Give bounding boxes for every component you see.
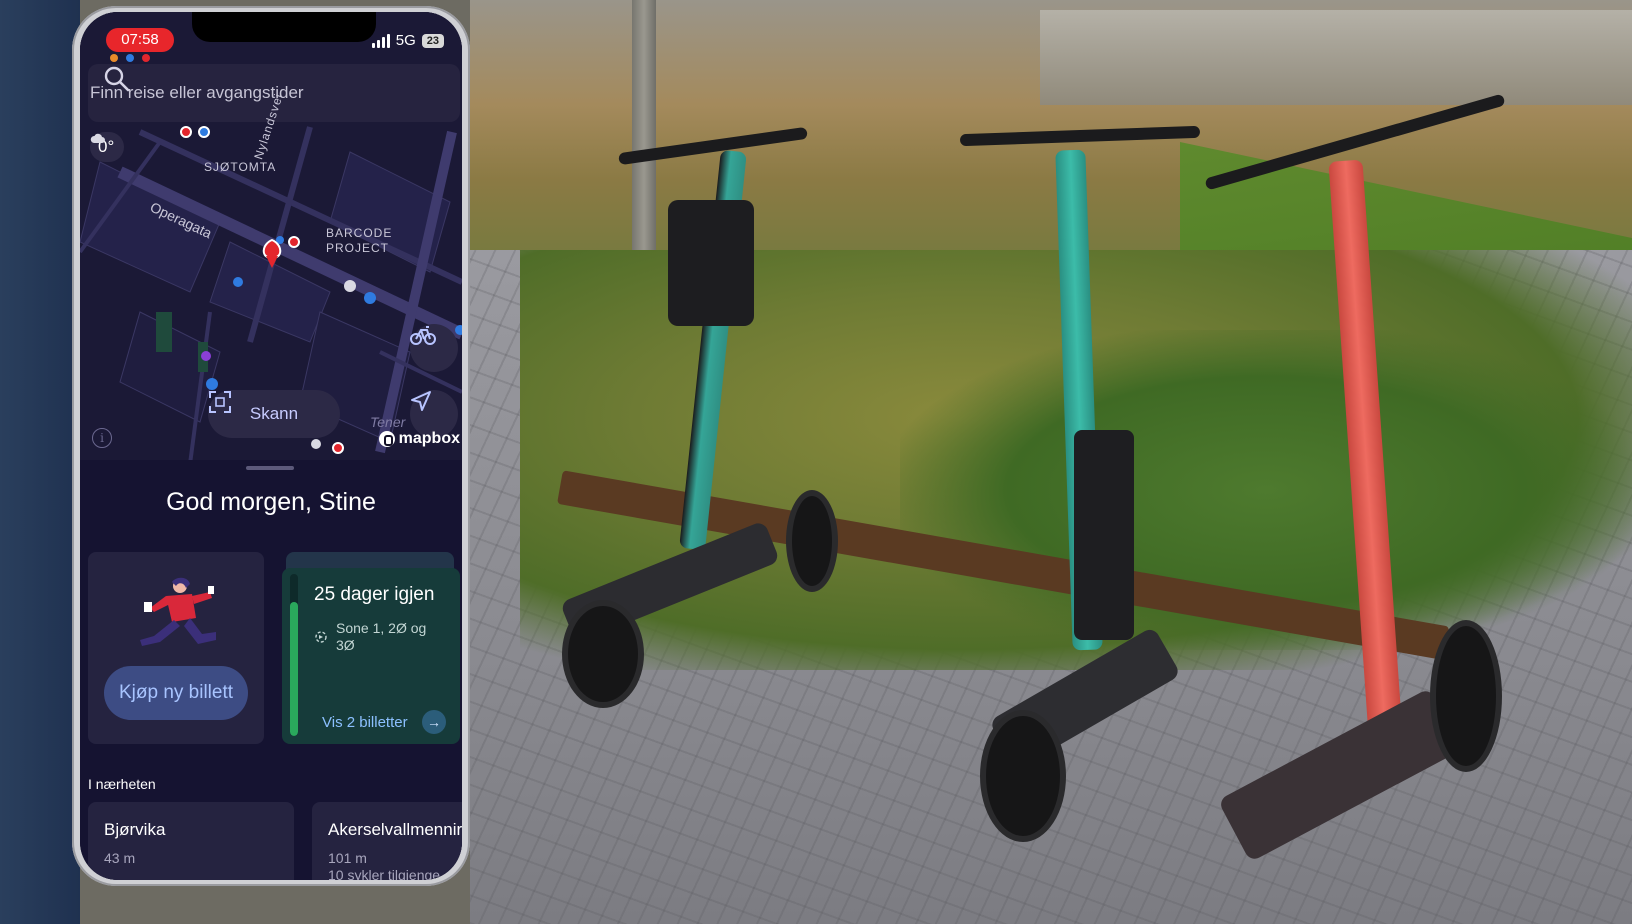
- map-label-barcode: BARCODE: [326, 226, 393, 240]
- arrow-right-icon[interactable]: →: [422, 710, 446, 734]
- nearby-bikes-available: 10 sykler tilgjenge: [328, 867, 441, 880]
- stop-marker[interactable]: [180, 126, 192, 138]
- mapbox-label: mapbox: [398, 430, 460, 447]
- ticket-validity-fill: [290, 601, 298, 736]
- stop-marker[interactable]: [206, 378, 218, 390]
- stop-marker[interactable]: [233, 277, 243, 287]
- status-bar: 07:58 5G 23: [80, 12, 462, 56]
- nearby-card[interactable]: Akerselvallmennir 101 m 10 sykler tilgje…: [312, 802, 462, 880]
- nearby-stop-name: Akerselvallmennir: [328, 820, 462, 839]
- buy-ticket-card[interactable]: Kjøp ny billett: [88, 552, 264, 744]
- nearby-stop-distance: 43 m: [104, 850, 136, 866]
- nearby-stop-name: Bjørvika: [104, 820, 166, 839]
- scooter-middle: [959, 110, 1220, 850]
- ticket-validity-bar: [290, 574, 298, 736]
- map-view[interactable]: 07:58 5G 23 Finn reise eller avgangstide…: [80, 12, 462, 464]
- scan-button[interactable]: Skann: [208, 390, 340, 438]
- scan-icon: [209, 391, 231, 413]
- battery-icon: 23: [421, 33, 444, 48]
- nearby-card[interactable]: Bjørvika 43 m: [88, 802, 294, 880]
- nearby-stop-distance: 101 m: [328, 850, 367, 866]
- phone-frame: 07:58 5G 23 Finn reise eller avgangstide…: [72, 6, 470, 886]
- stop-marker[interactable]: [198, 126, 210, 138]
- stop-marker[interactable]: [288, 236, 300, 248]
- cloud-icon: [90, 133, 105, 143]
- map-label-project: PROJECT: [326, 241, 390, 255]
- greeting-title: God morgen, Stine: [166, 488, 376, 516]
- zone-icon: [315, 631, 327, 643]
- buy-new-ticket-button[interactable]: Kjøp ny billett: [104, 666, 248, 720]
- info-icon[interactable]: i: [92, 428, 112, 448]
- stop-marker[interactable]: [344, 280, 356, 292]
- show-tickets-link[interactable]: Vis 2 billetter: [322, 714, 408, 731]
- search-input[interactable]: [88, 82, 392, 104]
- stop-marker[interactable]: [311, 439, 321, 449]
- status-time: 07:58: [106, 28, 174, 52]
- mapbox-logo-icon: [378, 431, 395, 447]
- map-label-tener: Tener: [370, 414, 406, 430]
- running-person-illustration: [140, 577, 216, 646]
- phone-screen: 07:58 5G 23 Finn reise eller avgangstide…: [80, 12, 462, 880]
- photo-bridge: [1040, 10, 1632, 105]
- weather-badge[interactable]: 0°: [90, 132, 125, 162]
- ticket-days-left: 25 dager igjen: [314, 584, 435, 605]
- scooter-right: [1200, 93, 1520, 924]
- stop-marker[interactable]: [332, 442, 344, 454]
- bike-toggle-button[interactable]: [410, 324, 458, 372]
- network-type: 5G: [395, 32, 416, 49]
- signal-icon: [371, 33, 390, 48]
- scan-label: Skann: [249, 404, 299, 423]
- sheet-drag-handle[interactable]: [246, 466, 294, 470]
- status-indicators: 5G 23: [371, 32, 444, 49]
- bicycle-icon: [410, 326, 436, 345]
- phone-notch: [192, 12, 376, 42]
- mapbox-attribution[interactable]: mapbox: [378, 430, 460, 448]
- person-silhouette: [0, 0, 80, 924]
- stop-marker[interactable]: [364, 292, 376, 304]
- scooter-left: [550, 126, 850, 710]
- bottom-sheet: God morgen, Stine Kjøp ny billett 25 dag…: [80, 460, 462, 880]
- nearby-section-title: I nærheten: [88, 776, 156, 792]
- search-icon: [104, 66, 130, 92]
- active-ticket-card[interactable]: 25 dager igjen Sone 1, 2Ø og 3Ø Vis 2 bi…: [282, 568, 460, 744]
- location-arrow-icon: [411, 391, 431, 411]
- ticket-zones: Sone 1, 2Ø og 3Ø: [336, 620, 427, 653]
- stop-marker[interactable]: [201, 351, 211, 361]
- map-label-sjotomta: SJØTOMTA: [204, 160, 277, 174]
